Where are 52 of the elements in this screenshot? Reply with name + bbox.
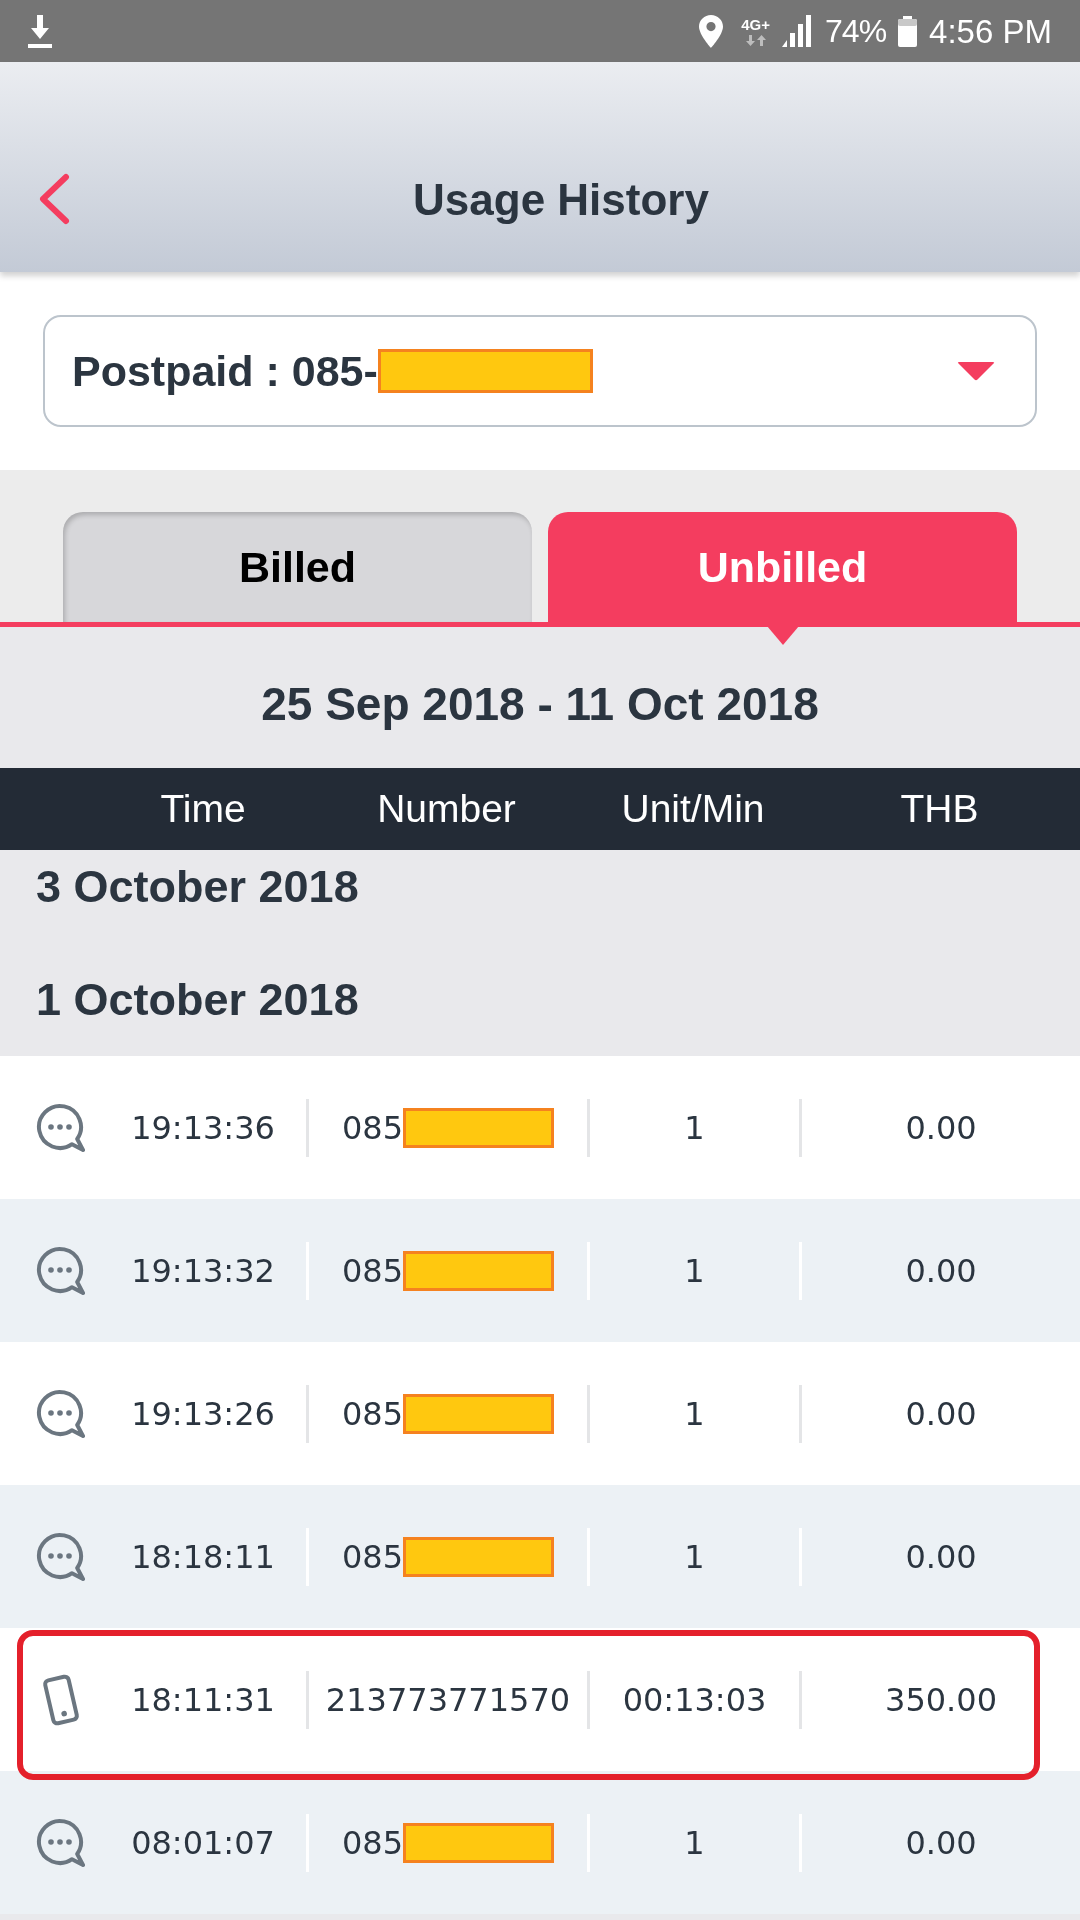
charge-amount: 0.00 xyxy=(905,1393,977,1435)
back-button[interactable] xyxy=(38,173,70,225)
column-header: THB xyxy=(900,787,979,831)
column-header: Unit/Min xyxy=(621,787,765,831)
phone-number: 085 xyxy=(341,1107,404,1149)
phone-icon xyxy=(41,1673,81,1726)
unit-count: 1 xyxy=(684,1536,705,1578)
location-icon xyxy=(699,14,724,48)
call-time: 18:11:31 xyxy=(131,1679,275,1721)
back-icon xyxy=(38,173,70,225)
date-range: 25 Sep 2018 - 11 Oct 2018 xyxy=(261,678,819,730)
call-time: 19:13:32 xyxy=(131,1250,275,1292)
page-title: Usage History xyxy=(413,175,709,225)
download-icon xyxy=(28,14,52,48)
unit-count: 1 xyxy=(684,1107,705,1149)
date-heading: 1 October 2018 xyxy=(36,974,359,1025)
account-dropdown[interactable]: Postpaid : 085- xyxy=(43,315,1037,427)
call-time: 08:01:07 xyxy=(131,1822,275,1864)
battery-percent: 74% xyxy=(825,15,887,47)
unit-count: 1 xyxy=(684,1250,705,1292)
charge-amount: 0.00 xyxy=(905,1822,977,1864)
call-time: 19:13:36 xyxy=(131,1107,275,1149)
column-header: Number xyxy=(377,787,516,831)
status-time: 4:56 PM xyxy=(929,14,1052,48)
network-type-label: 4G+ xyxy=(741,16,771,32)
charge-amount: 350.00 xyxy=(885,1679,997,1721)
tab[interactable]: Unbilled xyxy=(548,512,1017,622)
chat-bubble-icon xyxy=(36,1245,86,1296)
unit-count: 1 xyxy=(684,1393,705,1435)
unit-count: 00:13:03 xyxy=(622,1679,767,1721)
call-time: 19:13:26 xyxy=(131,1393,275,1435)
caret-icon xyxy=(957,361,995,381)
signal-icon xyxy=(782,15,814,47)
phone-number: 085 xyxy=(341,1822,404,1864)
data-arrows-icon xyxy=(744,34,767,46)
phone-number: 085 xyxy=(341,1536,404,1578)
charge-amount: 0.00 xyxy=(905,1107,977,1149)
chat-bubble-icon xyxy=(36,1388,86,1439)
phone-number: 085 xyxy=(341,1393,404,1435)
charge-amount: 0.00 xyxy=(905,1536,977,1578)
call-time: 18:18:11 xyxy=(131,1536,275,1578)
phone-number: 085 xyxy=(341,1250,404,1292)
charge-amount: 0.00 xyxy=(905,1250,977,1292)
date-heading: 3 October 2018 xyxy=(36,861,359,912)
battery-icon xyxy=(898,15,918,47)
chat-bubble-icon xyxy=(36,1531,86,1582)
chat-bubble-icon xyxy=(36,1817,86,1868)
tab[interactable]: Billed xyxy=(63,512,532,622)
unit-count: 1 xyxy=(684,1822,705,1864)
chat-bubble-icon xyxy=(36,1102,86,1153)
phone-number: 213773771570 xyxy=(325,1679,571,1721)
column-header: Time xyxy=(160,787,246,831)
